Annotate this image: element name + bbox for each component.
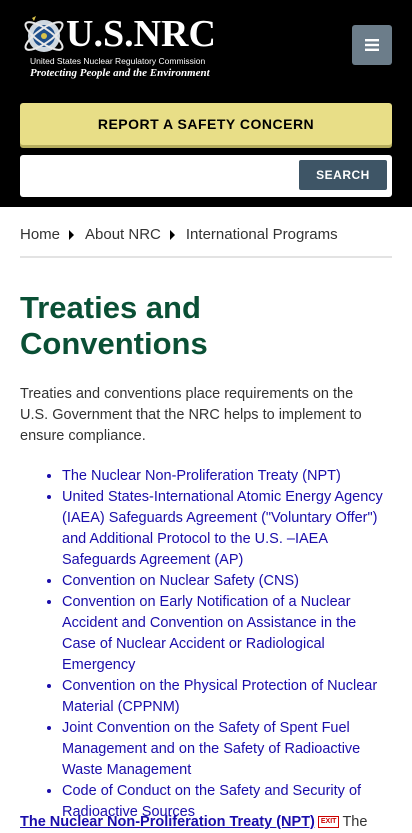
link-early-notification[interactable]: Convention on Early Notification of a Nu… — [62, 594, 356, 673]
search-input[interactable] — [26, 161, 300, 193]
treaties-list: The Nuclear Non-Proliferation Treaty (NP… — [20, 466, 392, 823]
npt-section-text: The — [342, 814, 368, 830]
exit-icon: EXIT — [317, 816, 340, 829]
caret-right-icon — [169, 229, 175, 240]
search-bar: SEARCH — [20, 155, 392, 197]
breadcrumb-divider — [20, 256, 392, 258]
breadcrumb-about-nrc[interactable]: About NRC — [85, 226, 161, 243]
link-joint-convention[interactable]: Joint Convention on the Safety of Spent … — [62, 720, 360, 778]
report-safety-concern-button[interactable]: REPORT A SAFETY CONCERN — [20, 103, 392, 145]
list-item: Convention on Nuclear Safety (CNS) — [62, 571, 392, 592]
list-item: Joint Convention on the Safety of Spent … — [62, 718, 392, 781]
list-item: The Nuclear Non-Proliferation Treaty (NP… — [62, 466, 392, 487]
logo-tagline: Protecting People and the Environment — [30, 67, 210, 79]
atom-seal-icon — [24, 16, 64, 52]
link-npt[interactable]: The Nuclear Non-Proliferation Treaty (NP… — [62, 468, 341, 484]
link-cppnm[interactable]: Convention on the Physical Protection of… — [62, 678, 377, 715]
list-item: United States-International Atomic Energ… — [62, 487, 392, 571]
page-title: Treaties and Conventions — [20, 290, 208, 361]
link-iaea-safeguards[interactable]: United States-International Atomic Energ… — [62, 489, 383, 568]
site-header: U.S.NRC United States Nuclear Regulatory… — [0, 0, 412, 207]
logo-title: U.S.NRC — [66, 13, 216, 55]
breadcrumb: Home About NRC International Programs — [20, 226, 338, 243]
caret-right-icon — [69, 229, 75, 240]
list-item: Convention on the Physical Protection of… — [62, 676, 392, 718]
logo-subtitle: United States Nuclear Regulatory Commiss… — [30, 56, 206, 66]
intro-paragraph: Treaties and conventions place requireme… — [20, 386, 362, 444]
breadcrumb-home[interactable]: Home — [20, 226, 60, 243]
breadcrumb-international-programs[interactable]: International Programs — [186, 226, 338, 243]
nrc-logo[interactable]: U.S.NRC United States Nuclear Regulatory… — [20, 12, 216, 82]
list-item: Convention on Early Notification of a Nu… — [62, 592, 392, 676]
hamburger-icon — [365, 39, 379, 51]
search-button[interactable]: SEARCH — [299, 160, 387, 190]
menu-button[interactable] — [352, 25, 392, 65]
npt-section-link[interactable]: The Nuclear Non-Proliferation Treaty (NP… — [20, 814, 315, 830]
link-cns[interactable]: Convention on Nuclear Safety (CNS) — [62, 573, 299, 589]
